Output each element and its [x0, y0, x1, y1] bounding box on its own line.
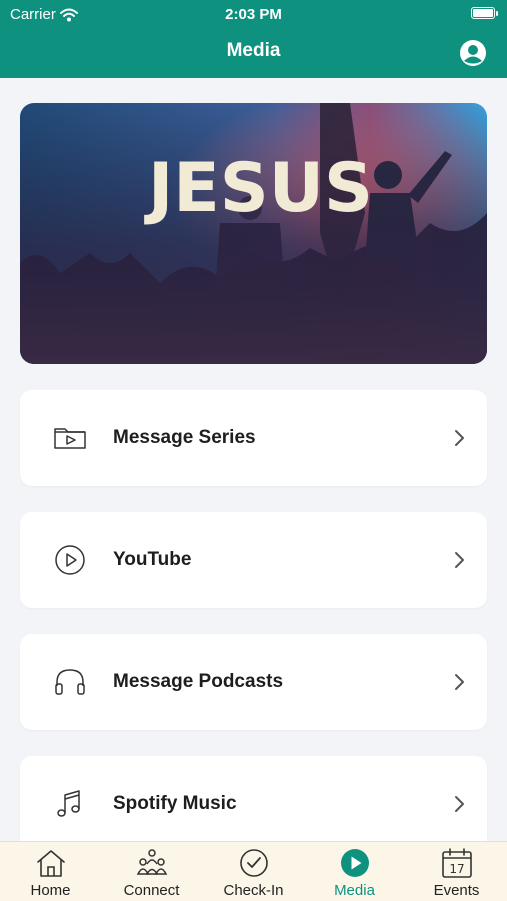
- page-title: Media: [226, 40, 281, 61]
- person-circle-icon[interactable]: [459, 39, 487, 67]
- menu-item-label: Message Series: [113, 427, 256, 448]
- home-icon: [37, 850, 65, 877]
- chevron-right-icon: [455, 796, 464, 812]
- people-icon: [136, 849, 168, 875]
- chevron-right-icon: [455, 430, 464, 446]
- tab-label: Home: [30, 882, 71, 899]
- youtube-button[interactable]: YouTube: [20, 512, 487, 608]
- calendar-day: 17: [449, 862, 464, 876]
- music-note-icon: [57, 790, 80, 817]
- play-circle-icon: [55, 545, 85, 575]
- hero-text: JESUS: [144, 149, 373, 228]
- hero-banner[interactable]: JESUS: [20, 103, 487, 364]
- tab-media[interactable]: Media: [304, 842, 405, 901]
- tab-connect[interactable]: Connect: [101, 842, 202, 901]
- calendar-icon: 17: [442, 848, 472, 878]
- menu-item-label: YouTube: [113, 549, 192, 570]
- tab-home[interactable]: Home: [0, 842, 101, 901]
- chevron-right-icon: [455, 552, 464, 568]
- message-series-button[interactable]: Message Series: [20, 390, 487, 486]
- spotify-music-button[interactable]: Spotify Music: [20, 756, 487, 852]
- battery-icon: [471, 7, 498, 19]
- status-bar: Carrier 2:03 PM: [0, 0, 507, 28]
- tab-check-in[interactable]: Check-In: [203, 842, 304, 901]
- tab-label: Check-In: [223, 882, 284, 899]
- status-time: 2:03 PM: [225, 6, 282, 23]
- message-podcasts-button[interactable]: Message Podcasts: [20, 634, 487, 730]
- chevron-right-icon: [455, 674, 464, 690]
- tab-label: Events: [433, 882, 480, 899]
- tab-bar: Home Connect Check-In Media 17 Events: [0, 841, 507, 901]
- check-circle-icon: [240, 849, 268, 877]
- play-circle-filled-icon: [341, 849, 369, 877]
- hero-image: JESUS: [20, 103, 487, 364]
- tab-label: Connect: [123, 882, 180, 899]
- headphones-icon: [55, 669, 85, 695]
- tab-events[interactable]: 17 Events: [406, 842, 507, 901]
- folder-play-icon: [54, 428, 86, 449]
- menu-item-label: Message Podcasts: [113, 671, 284, 692]
- nav-bar: Media: [0, 28, 507, 78]
- menu-item-label: Spotify Music: [113, 793, 237, 814]
- tab-label: Media: [334, 882, 375, 899]
